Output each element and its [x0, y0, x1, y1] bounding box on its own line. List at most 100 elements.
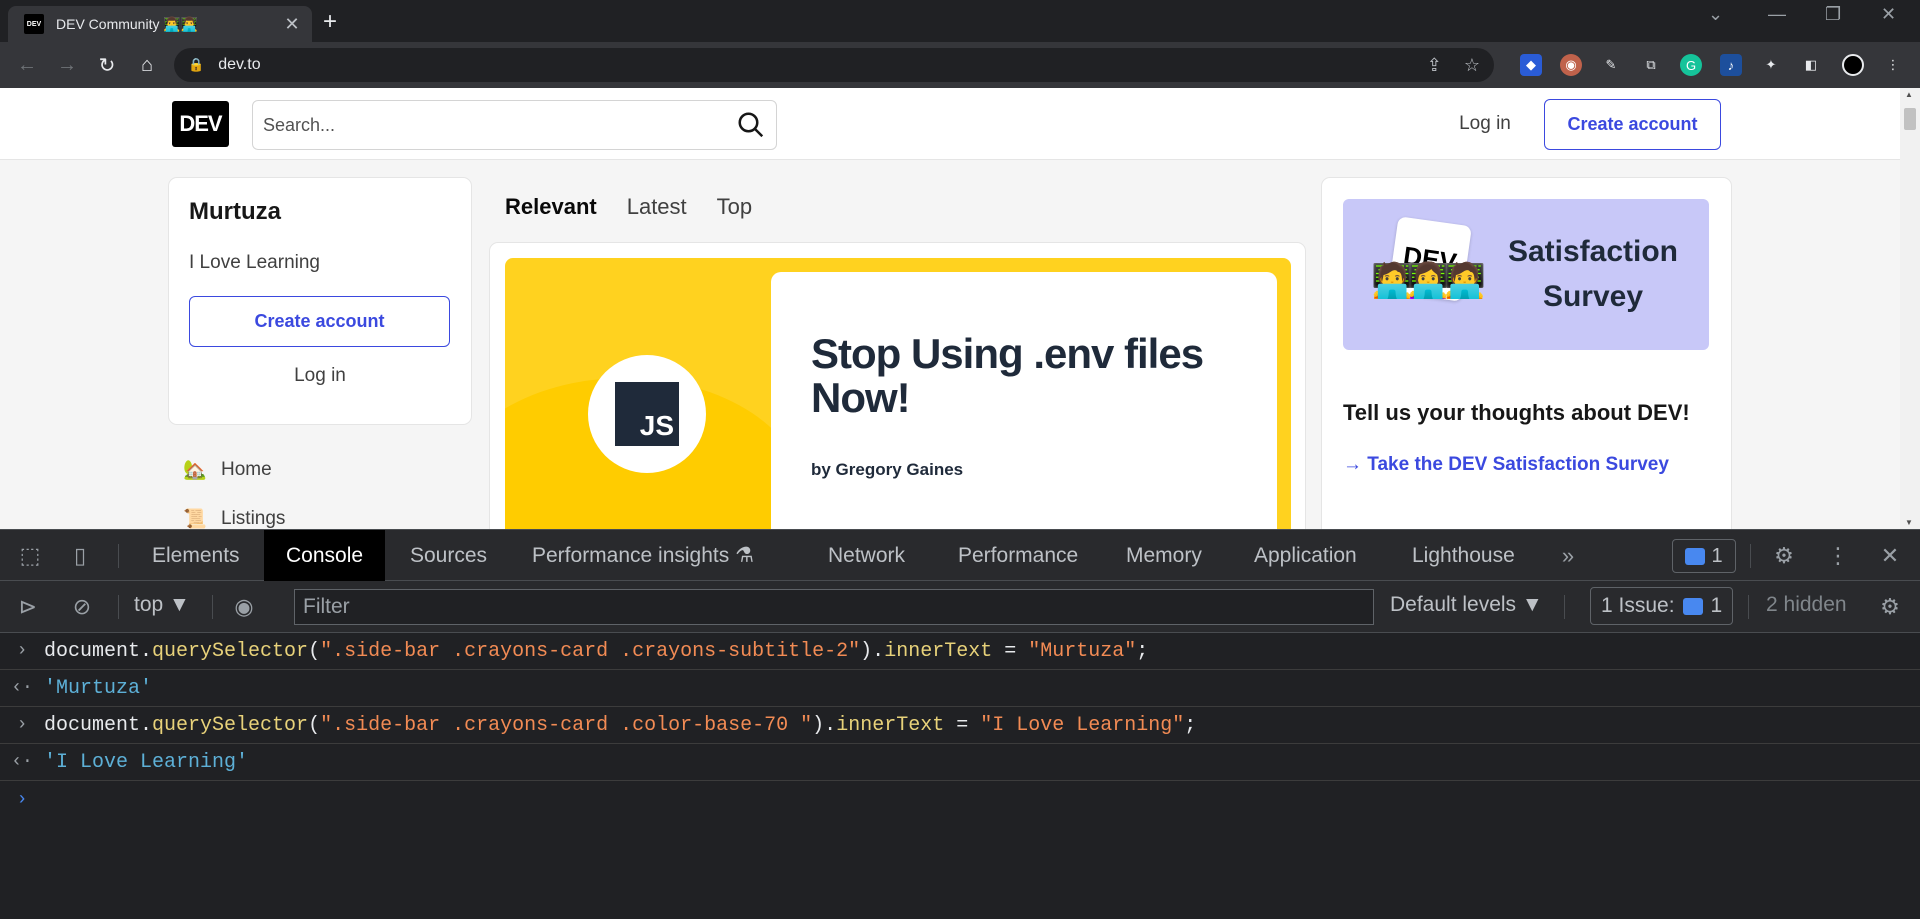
tab-performance[interactable]: Performance	[936, 530, 1100, 581]
feed-tabs: Relevant Latest Top	[505, 194, 752, 220]
dropdown-arrow-icon: ▼	[169, 593, 190, 616]
sidebar-login-link[interactable]: Log in	[189, 365, 451, 387]
url-text[interactable]: dev.to	[218, 56, 1405, 74]
forward-icon[interactable]: →	[52, 50, 82, 80]
article-cover-image[interactable]: JS Stop Using .env files Now! by Gregory…	[505, 258, 1291, 529]
devtools-panel: ⬚ ▯ Elements Console Sources Performance…	[0, 529, 1920, 918]
search-input[interactable]	[263, 114, 736, 136]
profile-avatar[interactable]	[1842, 54, 1864, 76]
context-selector[interactable]: top ▼	[134, 593, 190, 617]
window-close-icon[interactable]: ✕	[1881, 4, 1896, 25]
live-expression-eye-icon[interactable]: ◉	[230, 593, 258, 621]
device-toolbar-icon[interactable]: ▯	[66, 542, 94, 570]
page-viewport: DEV Log in Create account Murtuza I Love…	[0, 88, 1920, 529]
header-login-link[interactable]: Log in	[1440, 108, 1530, 140]
console-filter-input[interactable]	[294, 589, 1374, 625]
separator	[1748, 595, 1749, 619]
result-value: 'Murtuza'	[44, 676, 153, 700]
result-arrow-icon: ‹·	[11, 752, 33, 772]
tab-console[interactable]: Console	[264, 530, 386, 581]
scroll-thumb[interactable]	[1904, 108, 1916, 130]
browser-menu-icon[interactable]: ⋮	[1882, 54, 1904, 76]
reload-icon[interactable]: ↻	[92, 50, 122, 80]
back-icon[interactable]: ←	[12, 50, 42, 80]
input-chevron-icon: ›	[16, 641, 28, 661]
side-panel-icon[interactable]: ◧	[1800, 54, 1822, 76]
code-token: document	[44, 713, 141, 737]
extension-screenshot-icon[interactable]: ⧉	[1640, 54, 1662, 76]
tab-search-icon[interactable]: ⌄	[1708, 4, 1723, 25]
close-devtools-icon[interactable]: ✕	[1876, 542, 1904, 570]
scroll-up-icon[interactable]: ▲	[1905, 90, 1913, 99]
issues-badge[interactable]: 1	[1672, 539, 1736, 573]
console-input-line[interactable]: › document. querySelector(".side-bar .cra…	[0, 707, 1920, 744]
tab-application[interactable]: Application	[1232, 530, 1379, 581]
code-token: querySelector	[152, 639, 309, 663]
console-result-line[interactable]: ‹· 'Murtuza'	[0, 670, 1920, 707]
extension-pen-icon[interactable]: ✎	[1600, 54, 1622, 76]
survey-banner-line1: Satisfaction	[1507, 235, 1679, 268]
browser-tab[interactable]: DEV DEV Community 👨‍💻👨‍💻 ✕	[8, 6, 312, 42]
console-settings-icon[interactable]: ⚙	[1876, 593, 1904, 621]
minimize-icon[interactable]: —	[1768, 4, 1786, 25]
article-card[interactable]: JS Stop Using .env files Now! by Gregory…	[490, 243, 1305, 529]
search-box[interactable]	[252, 100, 777, 150]
bookmark-star-icon[interactable]: ☆	[1464, 55, 1480, 76]
survey-banner-text: Satisfaction Survey	[1488, 229, 1698, 319]
clear-console-icon[interactable]: ⊘	[68, 593, 96, 621]
page-scrollbar[interactable]: ▲ ▼	[1900, 88, 1920, 529]
tab-relevant[interactable]: Relevant	[505, 194, 597, 220]
survey-link[interactable]: → Take the DEV Satisfaction Survey	[1343, 454, 1710, 476]
issues-button[interactable]: 1 Issue: 1	[1590, 587, 1734, 625]
devtools-menu-icon[interactable]: ⋮	[1824, 542, 1852, 570]
restore-icon[interactable]: ❐	[1825, 4, 1841, 25]
address-bar[interactable]: 🔒 dev.to ⇪ ☆	[174, 48, 1494, 82]
sidebar-toggle-icon[interactable]: ⊳	[14, 593, 42, 621]
separator	[118, 595, 119, 619]
tab-elements[interactable]: Elements	[130, 530, 262, 581]
message-icon	[1685, 547, 1706, 565]
tab-network[interactable]: Network	[806, 530, 927, 581]
message-icon	[1682, 597, 1703, 615]
dev-logo[interactable]: DEV	[172, 101, 229, 147]
prompt-chevron-icon: ›	[16, 789, 28, 810]
sidebar-create-account-button[interactable]: Create account	[189, 296, 450, 347]
extensions-puzzle-icon[interactable]: ✦	[1760, 54, 1782, 76]
tab-sources[interactable]: Sources	[388, 530, 509, 581]
log-levels-dropdown[interactable]: Default levels ▼	[1390, 593, 1543, 617]
extension-shield-icon[interactable]: ◆	[1520, 54, 1542, 76]
grammarly-icon[interactable]: G	[1680, 54, 1702, 76]
survey-card: DEV 🧑‍💻👩‍💻🧑‍💻 Satisfaction Survey Tell u…	[1322, 178, 1731, 529]
extension-audio-icon[interactable]: ♪	[1720, 54, 1742, 76]
issue-label: 1 Issue:	[1601, 594, 1675, 617]
code-token: ".side-bar .crayons-card .crayons-subtit…	[320, 639, 861, 663]
tab-latest[interactable]: Latest	[627, 194, 687, 220]
lock-icon: 🔒	[188, 57, 205, 72]
tab-memory[interactable]: Memory	[1104, 530, 1224, 581]
tab-performance-insights[interactable]: Performance insights ⚗	[510, 530, 776, 581]
share-icon[interactable]: ⇪	[1427, 55, 1442, 76]
inspect-element-icon[interactable]: ⬚	[16, 542, 44, 570]
new-tab-icon[interactable]: +	[323, 8, 337, 36]
settings-gear-icon[interactable]: ⚙	[1770, 542, 1798, 570]
code-token: "I Love Learning"	[980, 713, 1185, 737]
home-icon[interactable]: ⌂	[132, 50, 162, 80]
tab-lighthouse[interactable]: Lighthouse	[1390, 530, 1537, 581]
more-tabs-icon[interactable]: »	[1554, 542, 1582, 570]
result-value: 'I Love Learning'	[44, 750, 249, 774]
levels-label: Default levels	[1390, 593, 1517, 616]
tab-top[interactable]: Top	[717, 194, 752, 220]
console-result-line[interactable]: ‹· 'I Love Learning'	[0, 744, 1920, 781]
search-icon[interactable]	[736, 110, 766, 140]
article-author: by Gregory Gaines	[811, 460, 964, 480]
header-create-account-button[interactable]: Create account	[1544, 99, 1721, 150]
console-prompt-line[interactable]: ›	[0, 781, 1920, 818]
extension-face-icon[interactable]: ◉	[1560, 54, 1582, 76]
console-input-line[interactable]: › document. querySelector(".side-bar .cra…	[0, 633, 1920, 670]
survey-banner[interactable]: DEV 🧑‍💻👩‍💻🧑‍💻 Satisfaction Survey	[1343, 199, 1709, 350]
sidebar-item-listings[interactable]: 📜 Listings	[183, 507, 285, 529]
scroll-down-icon[interactable]: ▼	[1905, 518, 1913, 527]
scroll-icon: 📜	[183, 509, 207, 529]
close-tab-icon[interactable]: ✕	[282, 14, 302, 35]
sidebar-item-home[interactable]: 🏡 Home	[183, 458, 272, 482]
